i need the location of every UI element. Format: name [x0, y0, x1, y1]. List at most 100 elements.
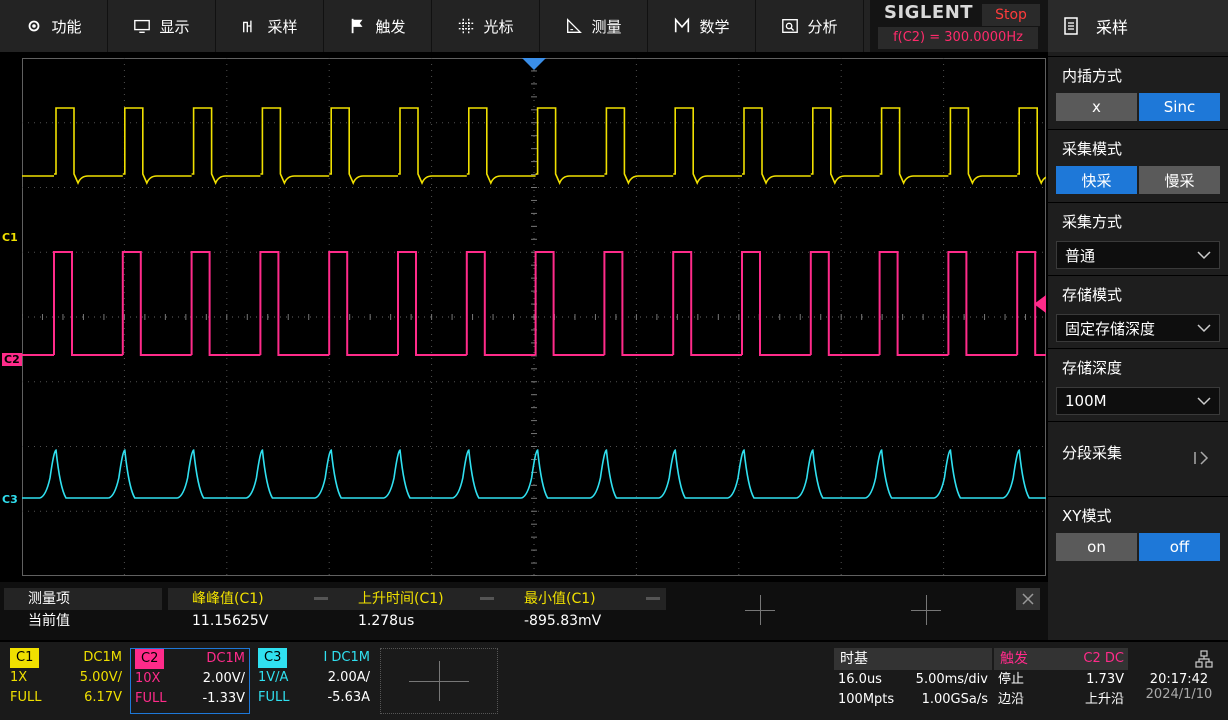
interpolation-option-sinc[interactable]: Sinc — [1139, 93, 1220, 121]
mem-mode-dropdown[interactable]: 固定存储深度 — [1056, 314, 1220, 342]
chevron-down-icon — [1197, 397, 1211, 406]
channel-scale: 2.00A/ — [327, 670, 370, 685]
close-icon[interactable] — [1016, 588, 1040, 610]
measurement-bar: 测量项 当前值 峰峰值(C1) 11.15625V 上升时间(C1) 1.278… — [0, 582, 1048, 640]
measure-header-label: 测量项 — [4, 588, 162, 610]
trigger-state: 停止 — [998, 672, 1025, 687]
acq-mode-label: 采集模式 — [1062, 140, 1123, 158]
clock-time: 20:17:42 — [1149, 672, 1209, 687]
c3-marker-label: C3 — [2, 493, 18, 506]
add-measure-slot[interactable] — [680, 584, 840, 636]
chevron-down-icon — [1197, 324, 1211, 333]
monitor-icon — [134, 19, 151, 33]
menu-cursor[interactable]: 光标 — [432, 0, 540, 52]
channel-2-box[interactable]: C2 DC1M 10X 2.00V/ FULL -1.33V — [130, 648, 250, 714]
waveform-canvas — [22, 58, 1046, 576]
xy-mode-section: XY模式 on off — [1048, 496, 1228, 569]
channel-1-box[interactable]: C1 DC1M 1X 5.00V/ FULL 6.17V — [6, 648, 126, 714]
acq-mode-option-slow[interactable]: 慢采 — [1139, 166, 1220, 194]
chevron-down-icon — [1197, 251, 1211, 260]
top-menu-bar: 功能 显示 采样 触发 光标 测量 数学 分析 — [0, 0, 870, 52]
measure-row-label: 当前值 — [28, 613, 70, 629]
menu-measure-label: 测量 — [591, 17, 622, 36]
acq-mode-option-fast[interactable]: 快采 — [1056, 166, 1137, 194]
menu-cursor-label: 光标 — [483, 17, 514, 36]
xy-mode-option-off[interactable]: off — [1139, 533, 1220, 561]
interpolation-toggle: x Sinc — [1056, 93, 1220, 121]
mem-mode-label: 存储模式 — [1062, 286, 1123, 304]
menu-analysis-label: 分析 — [807, 17, 838, 36]
measure-item-menu-icon[interactable] — [480, 597, 494, 600]
network-icon — [1195, 650, 1213, 668]
menu-math-label: 数学 — [699, 17, 730, 36]
document-icon — [1064, 17, 1078, 35]
segment-acquire-item[interactable]: 分段采集 — [1048, 421, 1228, 494]
panel-title: 采样 — [1096, 18, 1129, 37]
acq-mode-section: 采集模式 快采 慢采 — [1048, 129, 1228, 200]
c2-level-marker[interactable]: C2 — [2, 353, 22, 366]
trigger-source: C2 DC — [1083, 651, 1124, 666]
c3-level-marker[interactable]: C3 — [2, 493, 18, 506]
menu-measure[interactable]: 测量 — [540, 0, 648, 52]
c2-waveform — [22, 251, 1046, 356]
xy-mode-option-on[interactable]: on — [1056, 533, 1137, 561]
analysis-icon — [782, 19, 799, 33]
channel-probe: 1V/A — [258, 670, 289, 685]
flag-icon — [352, 18, 363, 34]
panel-header: 采样 — [1048, 0, 1228, 52]
add-channel-slot[interactable] — [380, 648, 498, 714]
waveform-display[interactable] — [22, 58, 1046, 576]
interpolation-option-x[interactable]: x — [1056, 93, 1137, 121]
measure-item-name: 上升时间(C1) — [334, 588, 500, 610]
siglent-logo: SIGLENT — [884, 2, 974, 23]
xy-mode-label: XY模式 — [1062, 507, 1112, 525]
menu-analysis[interactable]: 分析 — [756, 0, 864, 52]
menu-function[interactable]: 功能 — [0, 0, 108, 52]
c1-marker-label: C1 — [2, 231, 18, 244]
measure-header-col: 测量项 当前值 — [4, 588, 162, 636]
channel-bandwidth: FULL — [135, 691, 167, 706]
measure-item[interactable]: 最小值(C1) -895.83mV — [500, 588, 666, 636]
trigger-level-marker[interactable] — [1034, 295, 1046, 313]
measure-item-menu-icon[interactable] — [646, 597, 660, 600]
channel-scale: 5.00V/ — [79, 670, 122, 685]
mem-depth-dropdown[interactable]: 100M — [1056, 387, 1220, 415]
menu-acquire[interactable]: 采样 — [216, 0, 324, 52]
plus-icon — [439, 661, 440, 701]
interpolation-section: 内插方式 x Sinc — [1048, 56, 1228, 127]
plus-icon — [926, 595, 927, 625]
trigger-level: 1.73V — [1086, 672, 1124, 687]
add-measure-slot[interactable] — [846, 584, 1006, 636]
channel-name: C1 — [10, 648, 40, 668]
measure-item[interactable]: 上升时间(C1) 1.278us — [334, 588, 500, 636]
menu-math[interactable]: 数学 — [648, 0, 756, 52]
channel-coupling: DC1M — [83, 650, 122, 665]
channel-name: C3 — [258, 648, 288, 668]
clock-box[interactable]: 20:17:42 2024/1/10 — [1134, 648, 1224, 714]
channel-bandwidth: FULL — [258, 690, 290, 705]
acq-method-dropdown[interactable]: 普通 — [1056, 241, 1220, 269]
channel-coupling: I DC1M — [323, 650, 370, 665]
mem-depth-label: 存储深度 — [1062, 359, 1123, 377]
mem-mode-section: 存储模式 固定存储深度 — [1048, 275, 1228, 346]
measure-item-menu-icon[interactable] — [314, 597, 328, 600]
trigger-box[interactable]: 触发 C2 DC 停止 1.73V 边沿 上升沿 — [994, 648, 1128, 714]
channel-scale: 2.00V/ — [202, 671, 245, 686]
acq-mode-toggle: 快采 慢采 — [1056, 166, 1220, 194]
channel-3-box[interactable]: C3 I DC1M 1V/A 2.00A/ FULL -5.63A — [254, 648, 374, 714]
trigger-position-marker[interactable] — [522, 58, 546, 72]
frequency-counter: f(C2) = 300.0000Hz — [878, 27, 1038, 49]
measure-item-value: 11.15625V — [192, 613, 269, 629]
run-stop-status[interactable]: Stop — [982, 4, 1040, 26]
measure-item[interactable]: 峰峰值(C1) 11.15625V — [168, 588, 334, 636]
c1-level-marker[interactable]: C1 — [2, 231, 18, 244]
menu-acquire-label: 采样 — [267, 17, 298, 36]
menu-trigger[interactable]: 触发 — [324, 0, 432, 52]
c1-waveform — [22, 107, 1046, 185]
mem-depth-section: 存储深度 100M — [1048, 348, 1228, 419]
menu-display[interactable]: 显示 — [108, 0, 216, 52]
timebase-box[interactable]: 时基 16.0us 5.00ms/div 100Mpts 1.00GSa/s — [834, 648, 992, 714]
measure-item-value: 1.278us — [358, 613, 415, 629]
acq-method-value: 普通 — [1065, 246, 1096, 265]
menu-function-label: 功能 — [51, 17, 82, 36]
